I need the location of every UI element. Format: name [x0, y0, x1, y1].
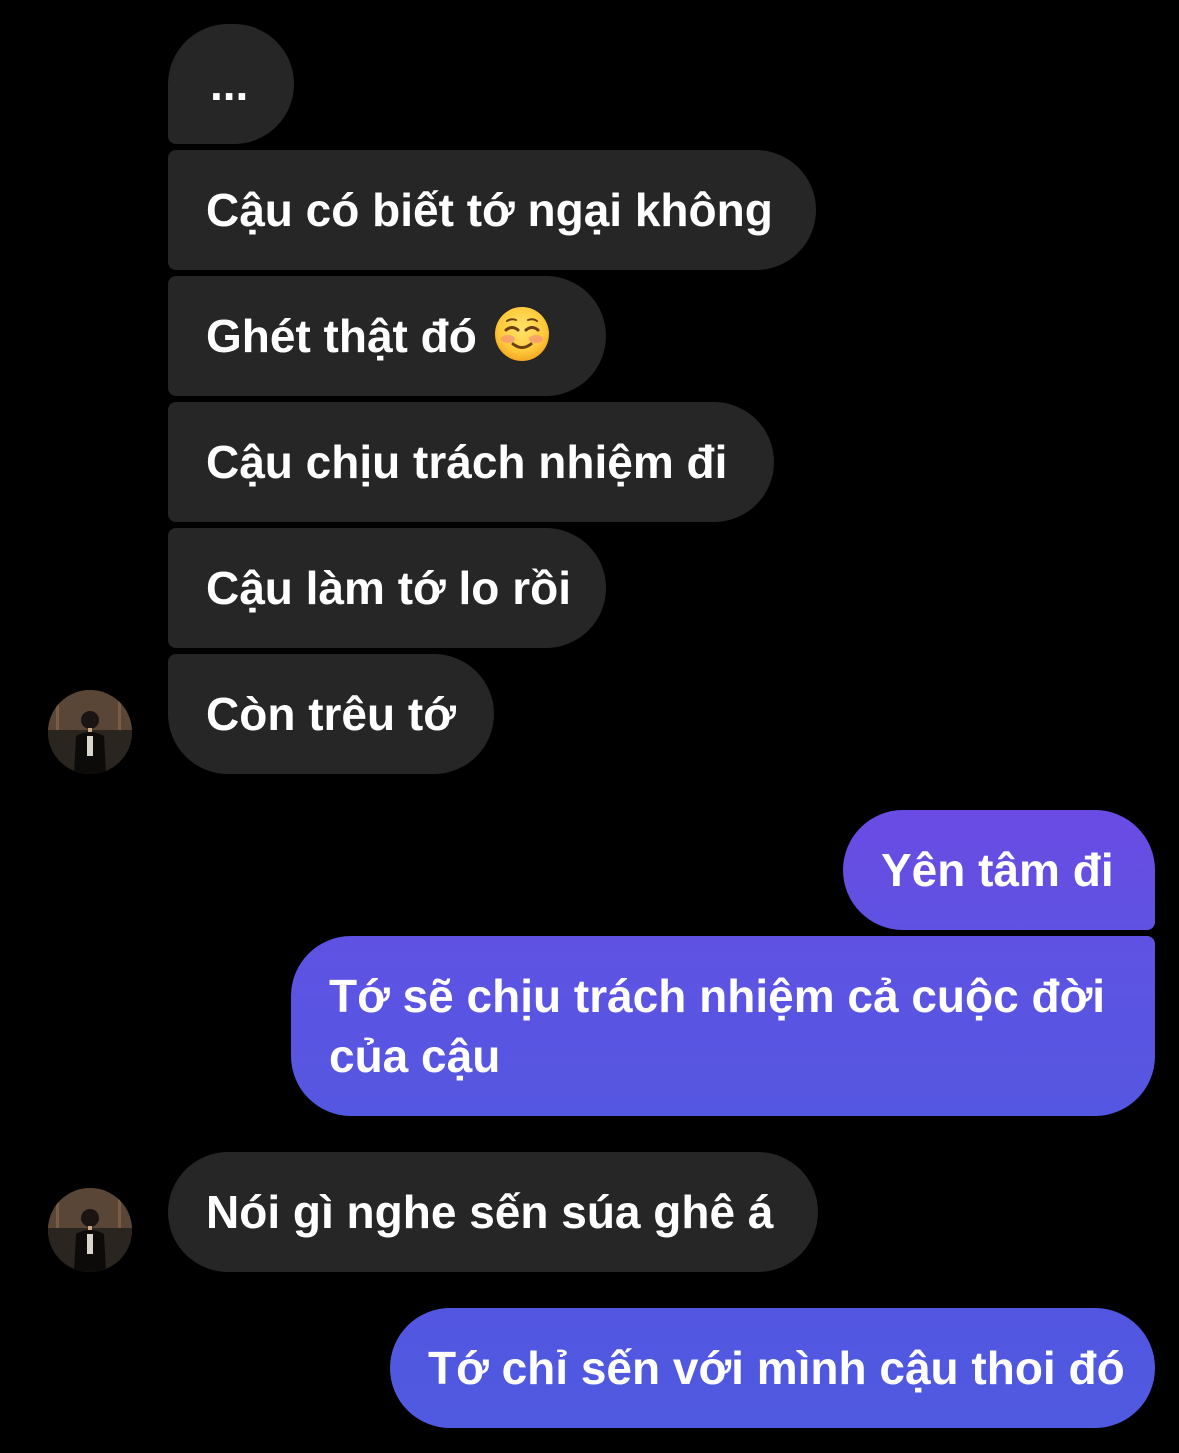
- avatar[interactable]: [48, 690, 132, 774]
- message-text-line: Tớ sẽ chịu trách nhiệm cả cuộc đời: [329, 970, 1106, 1022]
- message-bubble-outgoing[interactable]: Tớ chỉ sến với mình cậu thoi đó: [390, 1308, 1155, 1428]
- message-text: Cậu chịu trách nhiệm đi: [206, 436, 728, 488]
- message-text: Ghét thật đó: [206, 310, 477, 362]
- avatar-photo: [48, 1188, 132, 1272]
- message-bubble-outgoing[interactable]: Yên tâm đi: [843, 810, 1155, 930]
- message-bubble-incoming[interactable]: Cậu làm tớ lo rồi: [168, 528, 606, 648]
- message-text: Tớ chỉ sến với mình cậu thoi đó: [428, 1342, 1125, 1394]
- message-text: Nói gì nghe sến súa ghê á: [206, 1186, 774, 1238]
- message-text: Còn trêu tớ: [206, 688, 456, 740]
- message-text: Cậu có biết tớ ngại không: [206, 184, 773, 236]
- message-bubble-incoming[interactable]: Còn trêu tớ: [168, 654, 494, 774]
- avatar-photo: [48, 690, 132, 774]
- message-bubble-incoming[interactable]: Nói gì nghe sến súa ghê á: [168, 1152, 818, 1272]
- message-bubble-outgoing[interactable]: Tớ sẽ chịu trách nhiệm cả cuộc đời của c…: [291, 936, 1155, 1116]
- message-text: Cậu làm tớ lo rồi: [206, 562, 571, 614]
- message-bubble-incoming[interactable]: ...: [168, 24, 294, 144]
- message-bubble-incoming[interactable]: Ghét thật đó: [168, 276, 606, 396]
- message-bubble-incoming[interactable]: Cậu có biết tớ ngại không: [168, 150, 816, 270]
- message-bubble-incoming[interactable]: Cậu chịu trách nhiệm đi: [168, 402, 774, 522]
- message-text-line: của cậu: [329, 1030, 501, 1082]
- avatar[interactable]: [48, 1188, 132, 1272]
- smiling-face-with-blush-emoji: [494, 307, 549, 361]
- message-text: ...: [210, 58, 249, 110]
- message-text: Yên tâm đi: [881, 844, 1114, 896]
